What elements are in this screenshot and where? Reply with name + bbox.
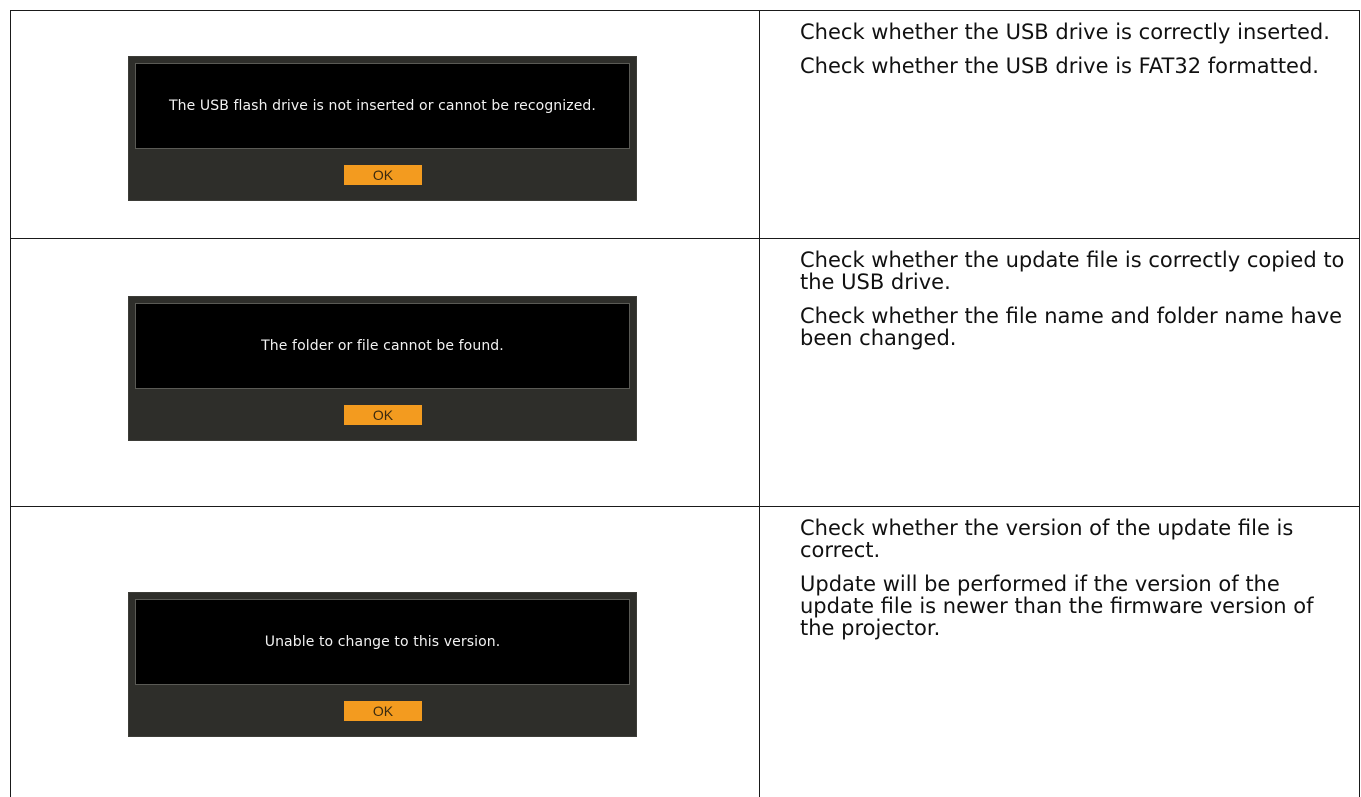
dialog-message: Unable to change to this version. (264, 634, 501, 650)
ok-button[interactable]: OK (344, 405, 422, 425)
remedy-note: Check whether the version of the update … (800, 516, 1294, 562)
remedy-cell: Check whether the version of the update … (759, 506, 1360, 797)
remedy-cell: Check whether the update file is correct… (759, 238, 1360, 507)
remedy-note: Check whether the USB drive is FAT32 for… (800, 54, 1319, 78)
dialog-message-box: The USB flash drive is not inserted or c… (135, 63, 630, 149)
dialog-message: The USB flash drive is not inserted or c… (169, 98, 596, 114)
error-dialog: Unable to change to this version. OK (128, 592, 637, 737)
remedy-cell: Check whether the USB drive is correctly… (759, 10, 1360, 239)
table-row: The folder or file cannot be found. OK C… (10, 238, 1360, 507)
dialog-message: The folder or file cannot be found. (261, 338, 504, 354)
troubleshooting-table: The USB flash drive is not inserted or c… (10, 10, 1360, 797)
ok-button[interactable]: OK (344, 165, 422, 185)
remedy-note: Update will be performed if the version … (800, 572, 1314, 640)
remedy-note: Check whether the file name and folder n… (800, 304, 1343, 350)
error-dialog: The USB flash drive is not inserted or c… (128, 56, 637, 201)
error-dialog: The folder or file cannot be found. OK (128, 296, 637, 441)
remedy-note: Check whether the USB drive is correctly… (800, 20, 1330, 44)
dialog-screenshot-cell: The folder or file cannot be found. OK (10, 238, 760, 507)
remedy-note: Check whether the update file is correct… (800, 248, 1345, 294)
dialog-message-box: Unable to change to this version. (135, 599, 630, 685)
table-row: The USB flash drive is not inserted or c… (10, 10, 1360, 239)
dialog-screenshot-cell: The USB flash drive is not inserted or c… (10, 10, 760, 239)
table-row: Unable to change to this version. OK Che… (10, 506, 1360, 797)
dialog-message-box: The folder or file cannot be found. (135, 303, 630, 389)
ok-button[interactable]: OK (344, 701, 422, 721)
dialog-screenshot-cell: Unable to change to this version. OK (10, 506, 760, 797)
